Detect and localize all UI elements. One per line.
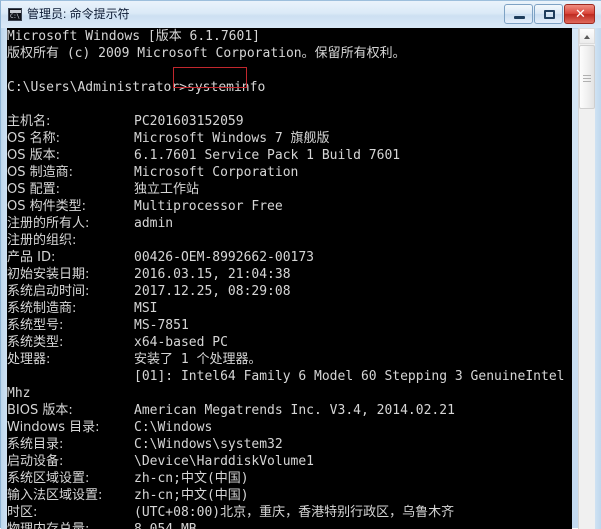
console-line: 系统启动时间: 2017.12.25, 08:29:08	[7, 283, 572, 300]
scroll-up-button[interactable]	[579, 28, 595, 44]
console-line: 系统类型: x64-based PC	[7, 334, 572, 351]
scrollbar-thumb[interactable]	[579, 45, 595, 109]
field-label: 系统制造商:	[7, 301, 77, 316]
field-value: Multiprocessor Free	[134, 199, 283, 214]
field-label: OS 配置:	[7, 182, 60, 197]
field-label: 系统启动时间:	[7, 284, 90, 299]
field-value: 00426-OEM-8992662-00173	[134, 250, 315, 265]
console-line: 时区: (UTC+08:00)北京，重庆，香港特别行政区，乌鲁木齐	[7, 504, 572, 521]
field-value: Microsoft Corporation	[134, 165, 299, 180]
field-label: 处理器:	[7, 352, 51, 367]
command-prompt-window: C:\ 管理员: 命令提示符 ✕ Microsoft Windows [版本 6…	[0, 0, 601, 529]
field-label: 注册的组织:	[7, 233, 77, 248]
field-label: 注册的所有人:	[7, 216, 90, 231]
console-line: 初始安装日期: 2016.03.15, 21:04:38	[7, 266, 572, 283]
console-line: 系统制造商: MSI	[7, 300, 572, 317]
field-label: 系统型号:	[7, 318, 64, 333]
field-value: 6.1.7601 Service Pack 1 Build 7601	[134, 148, 401, 163]
console-line: BIOS 版本: American Megatrends Inc. V3.4, 2…	[7, 402, 572, 419]
field-value: PC201603152059	[134, 114, 244, 129]
field-label: 系统区域设置:	[7, 471, 90, 486]
field-value: 独立工作站	[134, 182, 200, 197]
prompt-path: C:\Users\Administrator>	[7, 80, 188, 95]
field-value: C:\Windows	[134, 420, 213, 435]
console-line: 系统型号: MS-7851	[7, 317, 572, 334]
field-label: OS 版本:	[7, 148, 60, 163]
close-icon: ✕	[575, 7, 586, 22]
field-label: 启动设备:	[7, 454, 64, 469]
field-value: Microsoft Windows 7 旗舰版	[134, 131, 330, 146]
field-value: [01]: Intel64 Family 6 Model 60 Stepping…	[134, 369, 572, 384]
vertical-scrollbar[interactable]	[578, 28, 595, 529]
console-icon: C:\	[8, 8, 22, 21]
console-line: Windows 目录: C:\Windows	[7, 419, 572, 436]
field-label: 系统目录:	[7, 437, 64, 452]
field-label: 时区:	[7, 505, 38, 520]
console-text: Microsoft Windows [版本 6.1.7601]	[7, 29, 260, 44]
console-text: 版权所有 (c) 2009 Microsoft Corporation。保留所有…	[7, 46, 406, 61]
field-label: OS 构件类型:	[7, 199, 86, 214]
field-label: OS 名称:	[7, 131, 60, 146]
console-line: [01]: Intel64 Family 6 Model 60 Stepping…	[7, 368, 572, 385]
field-label: OS 制造商:	[7, 165, 73, 180]
field-label: BIOS 版本:	[7, 403, 73, 418]
console-line: 注册的组织:	[7, 232, 572, 249]
window-title: 管理员: 命令提示符	[27, 7, 130, 21]
console-line: 注册的所有人: admin	[7, 215, 572, 232]
field-label: 主机名:	[7, 114, 51, 129]
console-output-area[interactable]: Microsoft Windows [版本 6.1.7601] 版权所有 (c) …	[7, 28, 572, 529]
maximize-button[interactable]	[534, 4, 563, 24]
field-value: x64-based PC	[134, 335, 228, 350]
field-value: 安装了 1 个处理器。	[134, 352, 262, 367]
console-line: 启动设备: \Device\HarddiskVolume1	[7, 453, 572, 470]
field-value: American Megatrends Inc. V3.4, 2014.02.2…	[134, 403, 455, 418]
field-value: zh-cn;中文(中国)	[134, 471, 249, 486]
field-label: 初始安装日期:	[7, 267, 90, 282]
field-label: 产品 ID:	[7, 250, 56, 265]
field-label: Windows 目录:	[7, 420, 100, 435]
console-line: 系统目录: C:\Windows\system32	[7, 436, 572, 453]
field-label: 输入法区域设置:	[7, 488, 103, 503]
field-value: admin	[134, 216, 174, 231]
field-value: MSI	[134, 301, 158, 316]
minimize-icon	[514, 16, 525, 19]
chevron-up-icon	[584, 35, 590, 39]
field-value: (UTC+08:00)北京，重庆，香港特别行政区，乌鲁木齐	[134, 505, 455, 520]
field-label: 系统类型:	[7, 335, 64, 350]
console-line: OS 制造商: Microsoft Corporation	[7, 164, 572, 181]
console-text: Mhz	[7, 386, 31, 401]
console-line: 处理器: 安装了 1 个处理器。	[7, 351, 572, 368]
field-value: C:\Windows\system32	[134, 437, 283, 452]
console-line: 主机名: PC201603152059	[7, 113, 572, 130]
console-line: 产品 ID: 00426-OEM-8992662-00173	[7, 249, 572, 266]
console-lines: Microsoft Windows [版本 6.1.7601] 版权所有 (c) …	[7, 28, 572, 529]
console-line: OS 配置: 独立工作站	[7, 181, 572, 198]
title-bar[interactable]: C:\ 管理员: 命令提示符 ✕	[1, 1, 601, 29]
field-value: \Device\HarddiskVolume1	[134, 454, 315, 469]
console-line: 输入法区域设置: zh-cn;中文(中国)	[7, 487, 572, 504]
field-value: zh-cn;中文(中国)	[134, 488, 249, 503]
console-line: C:\Users\Administrator>systeminfo	[7, 79, 572, 96]
field-value: 2017.12.25, 08:29:08	[134, 284, 291, 299]
maximize-icon	[544, 10, 555, 19]
minimize-button[interactable]	[504, 4, 533, 24]
field-value: MS-7851	[134, 318, 189, 333]
console-line: OS 构件类型: Multiprocessor Free	[7, 198, 572, 215]
console-line: OS 名称: Microsoft Windows 7 旗舰版	[7, 130, 572, 147]
console-line: 系统区域设置: zh-cn;中文(中国)	[7, 470, 572, 487]
console-line: OS 版本: 6.1.7601 Service Pack 1 Build 7601	[7, 147, 572, 164]
typed-command: systeminfo	[187, 80, 266, 95]
close-button[interactable]: ✕	[564, 4, 595, 24]
window-frame-right	[595, 28, 601, 529]
field-value: 2016.03.15, 21:04:38	[134, 267, 291, 282]
